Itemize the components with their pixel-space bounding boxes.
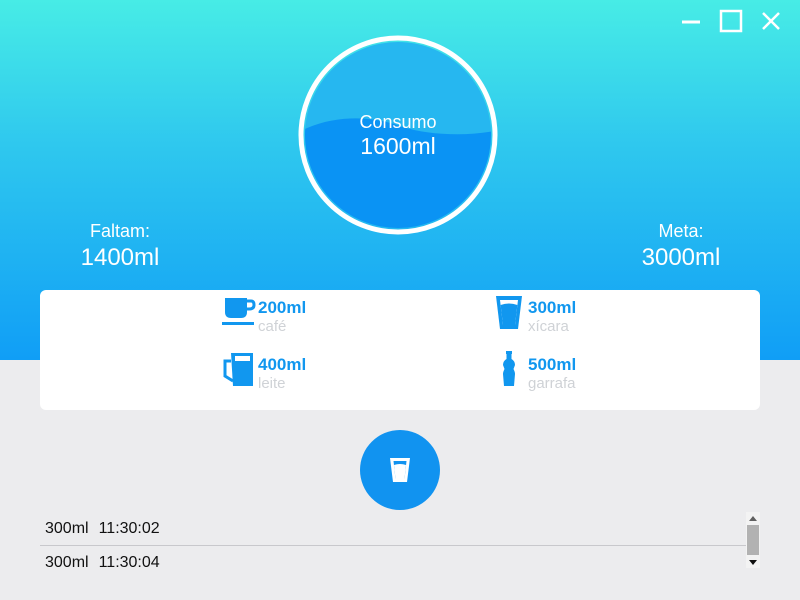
cup-option-cafe[interactable]: 200ml café (221, 298, 306, 336)
scroll-thumb[interactable] (747, 525, 759, 555)
cup-name: xícara (528, 318, 569, 335)
history-row: 300ml 11:30:02 (40, 512, 746, 546)
arrow-down-icon (749, 559, 757, 565)
bottle-icon (491, 351, 527, 387)
goal-label: Meta: (658, 221, 704, 241)
gauge-value: 1600ml (360, 133, 436, 159)
coffee-cup-icon (221, 294, 257, 330)
gauge-label: Consumo (359, 112, 437, 132)
remaining-label: Faltam: (89, 221, 150, 241)
cup-option-garrafa[interactable]: 500ml garrafa (491, 351, 577, 393)
remaining-value: 1400ml (80, 244, 160, 271)
scroll-down-button[interactable] (746, 556, 760, 568)
cup-name: café (258, 318, 287, 335)
cup-name: leite (258, 375, 286, 392)
cup-amount: 500ml (528, 355, 577, 374)
goal-value: 3000ml (641, 244, 721, 271)
minimize-button[interactable] (678, 8, 704, 34)
cup-amount: 400ml (258, 355, 307, 374)
close-button[interactable] (758, 8, 784, 34)
history-amount: 300ml (45, 520, 89, 537)
drink-button[interactable] (360, 430, 440, 510)
history-row: 300ml 11:30:04 (40, 546, 746, 579)
glass-icon (390, 458, 410, 482)
window-controls (678, 8, 784, 34)
remaining-stat: Faltam: 1400ml (40, 221, 200, 272)
cup-amount: 300ml (528, 298, 577, 317)
maximize-icon (719, 9, 743, 33)
goal-stat: Meta: 3000ml (601, 221, 761, 272)
history-list: 300ml 11:30:02 300ml 11:30:04 (40, 512, 746, 580)
maximize-button[interactable] (718, 8, 744, 34)
arrow-up-icon (749, 515, 757, 521)
milk-jug-icon (221, 351, 257, 387)
history-amount: 300ml (45, 554, 89, 571)
history-time: 11:30:02 (98, 520, 160, 537)
cup-options-card: 200ml café 300ml xícara 400ml leite 500m… (40, 290, 760, 410)
glass-icon (491, 294, 527, 330)
history-time: 11:30:04 (98, 554, 160, 571)
close-icon (762, 12, 780, 30)
minimize-icon (682, 20, 700, 24)
cup-option-leite[interactable]: 400ml leite (221, 353, 307, 393)
cup-amount: 200ml (258, 298, 307, 317)
history-scrollbar[interactable] (746, 512, 760, 568)
cup-option-xicara[interactable]: 300ml xícara (491, 296, 577, 336)
cup-name: garrafa (528, 375, 576, 392)
scroll-up-button[interactable] (746, 512, 760, 524)
